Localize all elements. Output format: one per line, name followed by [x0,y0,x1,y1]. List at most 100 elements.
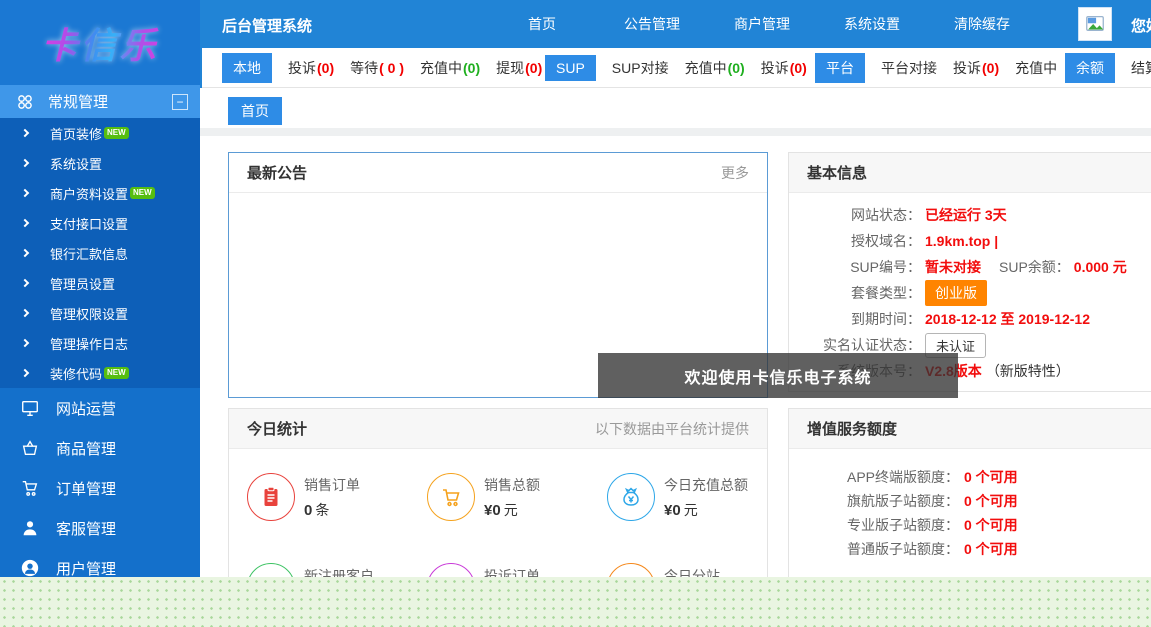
user-greeting[interactable]: 您好 [1131,15,1151,36]
info-label: 网站状态： [789,205,921,225]
new-badge: NEW [104,127,129,139]
item-label: 等待 [350,60,378,76]
info-value: 0.000 元 [1074,257,1127,277]
quota-row-app: APP终端版额度：0 个可用 [789,465,1151,489]
welcome-toast: 欢迎使用卡信乐电子系统 [598,353,958,398]
platform-complaints[interactable]: 投诉(0) [953,58,999,78]
service-quota-title: 增值服务额度 [807,418,1149,439]
settlement-records[interactable]: 结算记录 [1131,58,1151,78]
toolbar-group-sup: SUP SUP对接 充值中(0) 投诉(0) [545,48,807,88]
new-features-link[interactable]: （新版特性） [986,361,1070,381]
clover-icon [16,93,34,111]
topbar-nav: 首页 公告管理 商户管理 系统设置 清除缓存 [487,0,1037,48]
sidebar-item-system-settings[interactable]: 系统设置 [0,148,200,178]
chevron-right-icon [21,159,29,167]
quota-row-flagship: 旗航版子站额度：0 个可用 [789,489,1151,513]
local-waiting[interactable]: 等待( 0 ) [350,58,404,78]
platform-connect[interactable]: 平台对接 [881,58,937,78]
quota-label: APP终端版额度： [789,467,959,487]
sidebar-section-label: 常规管理 [48,91,172,112]
today-stats-note: 以下数据由平台统计提供 [595,419,749,439]
sidebar-item-label: 用户管理 [56,558,116,579]
sup-connect[interactable]: SUP对接 [612,58,669,78]
chevron-right-icon [21,189,29,197]
item-label: 投诉 [953,60,981,76]
service-quota-rows: APP终端版额度：0 个可用 旗航版子站额度：0 个可用 专业版子站额度：0 个… [789,449,1151,561]
sup-recharging[interactable]: 充值中(0) [685,58,745,78]
tab-sup[interactable]: SUP [545,55,596,81]
nav-announcement-management[interactable]: 公告管理 [597,0,707,48]
info-value: 1.9km.top | [925,233,998,249]
new-badge: NEW [104,367,129,379]
sidebar-item-label: 商户资料设置 [50,184,128,203]
avatar[interactable] [1078,7,1112,41]
sidebar-item-label: 管理员设置 [50,274,115,293]
sidebar-submenu: 首页装修NEW 系统设置 商户资料设置NEW 支付接口设置 银行汇款信息 管理员… [0,118,200,388]
toolbar-group-balance: 余额 结算记录 [1065,48,1151,88]
today-stats-header: 今日统计 以下数据由平台统计提供 [229,409,767,449]
sidebar-item-product-management[interactable]: 商品管理 [0,428,200,468]
sidebar: 卡信乐 常规管理 − 首页装修NEW 系统设置 商户资料设置NEW 支付接口设置… [0,0,200,627]
info-value: 暂未对接 [925,257,981,277]
sidebar-item-website-operation[interactable]: 网站运营 [0,388,200,428]
app-title: 后台管理系统 [222,15,312,36]
info-label: 实名认证状态： [789,335,921,355]
item-label: 提现 [496,60,524,76]
sidebar-item-label: 商品管理 [56,438,116,459]
tab-balance[interactable]: 余额 [1065,53,1115,83]
info-label: SUP余额： [999,257,1070,277]
local-recharging[interactable]: 充值中(0) [420,58,480,78]
monitor-icon [20,398,40,418]
platform-recharging[interactable]: 充值中 [1015,58,1057,78]
chevron-right-icon [21,309,29,317]
sidebar-item-order-management[interactable]: 订单管理 [0,468,200,508]
stat-value: 0条 [304,500,360,520]
info-value: 2018-12-12 至 2019-12-12 [925,309,1090,329]
sidebar-section-general[interactable]: 常规管理 − [0,85,200,118]
broken-image-icon [1084,13,1106,35]
item-count: (0) [463,60,480,76]
basic-info-header: 基本信息 [789,153,1151,193]
item-count: (0) [525,60,542,76]
tab-local[interactable]: 本地 [222,53,272,83]
breadcrumb-tab-home[interactable]: 首页 [228,97,282,125]
sidebar-item-bank-transfer[interactable]: 银行汇款信息 [0,238,200,268]
sidebar-item-decorate-code[interactable]: 装修代码NEW [0,358,200,388]
chevron-right-icon [21,369,29,377]
sup-complaints[interactable]: 投诉(0) [761,58,807,78]
nav-merchant-management[interactable]: 商户管理 [707,0,817,48]
sidebar-item-home-decorate[interactable]: 首页装修NEW [0,118,200,148]
sidebar-item-payment-interface[interactable]: 支付接口设置 [0,208,200,238]
nav-home[interactable]: 首页 [487,0,597,48]
more-link[interactable]: 更多 [721,163,749,183]
package-type-button[interactable]: 创业版 [925,280,987,306]
tab-platform[interactable]: 平台 [815,53,865,83]
info-value: 已经运行 3天 [925,205,1007,225]
sidebar-item-support-management[interactable]: 客服管理 [0,508,200,548]
basic-info-title: 基本信息 [807,162,1149,183]
item-label: SUP对接 [612,60,669,76]
toolbar-group-platform: 平台 平台对接 投诉(0) 充值中 [815,48,1057,88]
nav-system-settings[interactable]: 系统设置 [817,0,927,48]
sidebar-item-admin-logs[interactable]: 管理操作日志 [0,328,200,358]
quota-row-professional: 专业版子站额度：0 个可用 [789,513,1151,537]
info-label: 到期时间： [789,309,921,329]
sidebar-item-merchant-profile[interactable]: 商户资料设置NEW [0,178,200,208]
status-toolbar: 本地 投诉(0) 等待( 0 ) 充值中(0) 提现(0) SUP SUP对接 … [200,48,1151,88]
sidebar-item-label: 管理操作日志 [50,334,128,353]
service-quota-header: 增值服务额度 [789,409,1151,449]
info-row-expiry: 到期时间：2018-12-12 至 2019-12-12 [789,306,1151,332]
quota-label: 旗航版子站额度： [789,491,959,511]
local-withdraw[interactable]: 提现(0) [496,58,542,78]
info-row-sup: SUP编号：暂未对接SUP余额：0.000 元 [789,254,1151,280]
info-row-licensed-domain: 授权域名：1.9km.top | [789,228,1151,254]
sidebar-item-admin-settings[interactable]: 管理员设置 [0,268,200,298]
app-logo[interactable]: 卡信乐 [0,0,200,85]
local-complaints[interactable]: 投诉(0) [288,58,334,78]
money-bag-icon [607,473,655,521]
collapse-icon[interactable]: − [172,94,188,110]
user-circle-icon [20,558,40,578]
item-label: 平台对接 [881,60,937,76]
sidebar-item-admin-permissions[interactable]: 管理权限设置 [0,298,200,328]
nav-clear-cache[interactable]: 清除缓存 [927,0,1037,48]
